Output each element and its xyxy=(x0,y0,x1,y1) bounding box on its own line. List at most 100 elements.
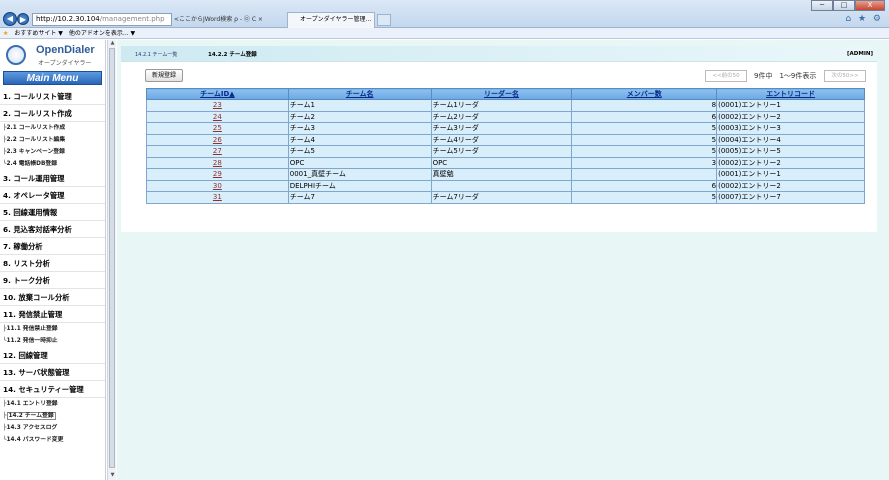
next-page-button[interactable]: 次の50>> xyxy=(824,70,866,82)
entry-code: (0003)エントリー3 xyxy=(716,122,865,135)
submenu-team-register[interactable]: ├ 14.2 チーム登録 xyxy=(0,410,105,422)
tab-team-list[interactable]: 14.2.1 チーム一覧 xyxy=(135,51,177,58)
leader-name: チーム2リーダ xyxy=(430,110,573,123)
submenu-temporary-suppress[interactable]: └11.2 発信一時抑止 xyxy=(0,335,105,347)
leader-name xyxy=(430,179,573,192)
header-team-name[interactable]: チーム名 xyxy=(287,88,432,100)
back-button[interactable]: ◀ xyxy=(3,12,17,26)
table-row: 23 チーム1 チーム1リーダ 8 (0001)エントリー1 xyxy=(146,99,865,112)
team-name: チーム5 xyxy=(287,145,432,158)
member-count: 5 xyxy=(571,191,718,204)
team-id-link[interactable]: 31 xyxy=(146,191,289,204)
submenu-access-log[interactable]: ├14.3 アクセスログ xyxy=(0,422,105,434)
entry-code: (0002)エントリー2 xyxy=(716,179,865,192)
team-id-link[interactable]: 23 xyxy=(146,99,289,112)
member-count: 5 xyxy=(571,133,718,146)
leader-name: チーム4リーダ xyxy=(430,133,573,146)
table-row: 31 チーム7 チーム7リーダ 5 (0007)エントリー7 xyxy=(146,191,865,204)
content-panel: 14.2.1 チーム一覧 14.2.2 チーム登録 [ADMIN] 新規登録 <… xyxy=(121,46,877,232)
table-row: 24 チーム2 チーム2リーダ 6 (0002)エントリー2 xyxy=(146,110,865,123)
team-name: OPC xyxy=(287,156,432,169)
table-row: 28 OPC OPC 3 (0002)エントリー2 xyxy=(146,156,865,169)
submenu-password-change[interactable]: └14.4 パスワード変更 xyxy=(0,434,105,446)
address-bar[interactable]: http://10.2.30.104/management.php xyxy=(32,13,172,26)
entry-code: (0002)エントリー2 xyxy=(716,156,865,169)
menu-talk-analysis[interactable]: 9. トーク分析 xyxy=(0,272,105,289)
team-name: チーム1 xyxy=(287,99,432,112)
menu-utilization-analysis[interactable]: 7. 稼働分析 xyxy=(0,238,105,255)
team-name: チーム3 xyxy=(287,122,432,135)
maximize-button[interactable]: □ xyxy=(833,0,855,11)
member-count xyxy=(571,168,718,181)
browser-tab[interactable]: オープンダイヤラー管理... × xyxy=(287,12,375,28)
page-tab-bar: 14.2.1 チーム一覧 14.2.2 チーム登録 [ADMIN] xyxy=(121,46,877,62)
member-count: 6 xyxy=(571,110,718,123)
scroll-up-icon[interactable]: ▲ xyxy=(108,40,117,48)
submenu-block-register[interactable]: ├11.1 発信禁止登録 xyxy=(0,323,105,335)
table-row: 30 DELPHIチーム 6 (0002)エントリー2 xyxy=(146,179,865,192)
leader-name: チーム1リーダ xyxy=(430,99,573,112)
search-box[interactable]: <ここからJWord検索 ρ - ㉧ C × xyxy=(174,13,284,26)
menu-list-analysis[interactable]: 8. リスト分析 xyxy=(0,255,105,272)
team-id-link[interactable]: 28 xyxy=(146,156,289,169)
menu-line-management[interactable]: 12. 回線管理 xyxy=(0,347,105,364)
new-register-button[interactable]: 新規登録 xyxy=(145,69,183,82)
scroll-down-icon[interactable]: ▼ xyxy=(108,472,117,480)
team-id-link[interactable]: 26 xyxy=(146,133,289,146)
member-count: 5 xyxy=(571,122,718,135)
table-row: 25 チーム3 チーム3リーダ 5 (0003)エントリー3 xyxy=(146,122,865,135)
table-row: 26 チーム4 チーム4リーダ 5 (0004)エントリー4 xyxy=(146,133,865,146)
browser-tools-icons[interactable]: ⌂ ★ ⚙ xyxy=(845,14,883,24)
team-name: チーム7 xyxy=(287,191,432,204)
member-count: 3 xyxy=(571,156,718,169)
main-menu-header: Main Menu xyxy=(3,71,102,85)
menu-outbound-block[interactable]: 11. 発信禁止管理 xyxy=(0,306,105,323)
entry-code: (0001)エントリー1 xyxy=(716,168,865,181)
menu-call-operation[interactable]: 3. コール運用管理 xyxy=(0,170,105,187)
sidebar: OpenDialer オープンダイヤラー Main Menu 1. コールリスト… xyxy=(0,40,106,480)
prev-page-button[interactable]: <<前の50 xyxy=(705,70,747,82)
favorites-item-recommended[interactable]: おすすめサイト ▼ xyxy=(14,30,63,37)
team-id-link[interactable]: 30 xyxy=(146,179,289,192)
team-id-link[interactable]: 24 xyxy=(146,110,289,123)
page-info: 9件中 1〜9件表示 xyxy=(754,72,817,80)
submenu-phonebook-register[interactable]: └2.4 電話帳DB登録 xyxy=(0,158,105,170)
submenu-call-list-create[interactable]: ├2.1 コールリスト作成 xyxy=(0,122,105,134)
submenu-call-list-edit[interactable]: ├2.2 コールリスト編集 xyxy=(0,134,105,146)
scrollbar-thumb[interactable] xyxy=(109,48,115,468)
menu-security[interactable]: 14. セキュリティー管理 xyxy=(0,381,105,398)
menu-line-info[interactable]: 5. 回線運用情報 xyxy=(0,204,105,221)
team-id-link[interactable]: 29 xyxy=(146,168,289,181)
header-entry-code[interactable]: エントリコード xyxy=(716,88,865,100)
leader-name: チーム3リーダ xyxy=(430,122,573,135)
favorites-star-icon[interactable]: ★ xyxy=(3,30,8,37)
logo-name: OpenDialer xyxy=(36,44,95,56)
entry-code: (0007)エントリー7 xyxy=(716,191,865,204)
submenu-entry-register[interactable]: ├14.1 エントリ登録 xyxy=(0,398,105,410)
menu-call-list-management[interactable]: 1. コールリスト管理 xyxy=(0,88,105,105)
table-row: 27 チーム5 チーム5リーダ 5 (0005)エントリー5 xyxy=(146,145,865,158)
close-button[interactable]: X xyxy=(855,0,885,11)
menu-server-status[interactable]: 13. サーバ状態管理 xyxy=(0,364,105,381)
team-id-link[interactable]: 27 xyxy=(146,145,289,158)
sidebar-scrollbar[interactable]: ▲ ▼ xyxy=(107,40,116,480)
menu-prospect-analysis[interactable]: 6. 見込客対話率分析 xyxy=(0,221,105,238)
menu-operator-management[interactable]: 4. オペレータ管理 xyxy=(0,187,105,204)
new-tab-button[interactable] xyxy=(377,14,391,26)
team-name: チーム4 xyxy=(287,133,432,146)
leader-name: 真壁勉 xyxy=(430,168,573,181)
submenu-team-register-prefix: ├ xyxy=(3,413,7,419)
menu-call-list-creation[interactable]: 2. コールリスト作成 xyxy=(0,105,105,122)
header-member-count[interactable]: メンバー数 xyxy=(571,88,718,100)
header-leader-name[interactable]: リーダー名 xyxy=(430,88,573,100)
menu-abandoned-call-analysis[interactable]: 10. 放棄コール分析 xyxy=(0,289,105,306)
favorites-item-addons[interactable]: 他のアドオンを表示... ▼ xyxy=(69,30,135,37)
minimize-button[interactable]: ─ xyxy=(811,0,833,11)
forward-button[interactable]: ▶ xyxy=(17,13,29,25)
team-id-link[interactable]: 25 xyxy=(146,122,289,135)
header-team-id[interactable]: チームID▲ xyxy=(146,88,289,100)
entry-code: (0001)エントリー1 xyxy=(716,99,865,112)
tab-team-register[interactable]: 14.2.2 チーム登録 xyxy=(208,50,257,58)
submenu-campaign-register[interactable]: ├2.3 キャンペーン登録 xyxy=(0,146,105,158)
tab-close-icon[interactable]: × xyxy=(373,16,374,23)
